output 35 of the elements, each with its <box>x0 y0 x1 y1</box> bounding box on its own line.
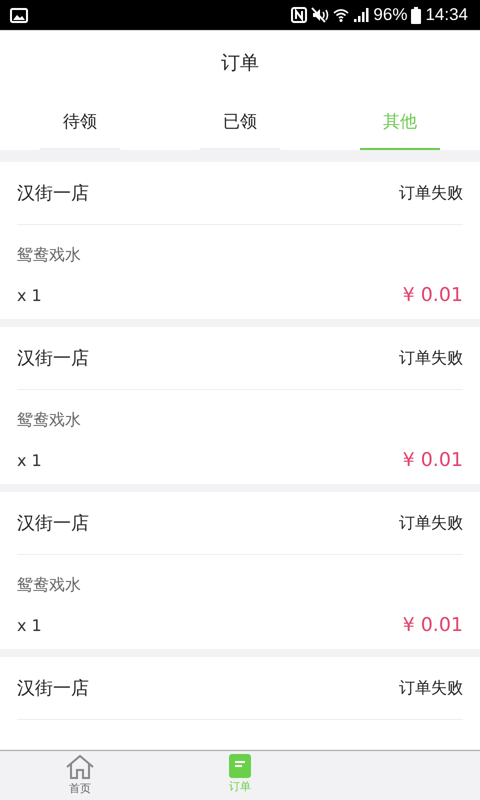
quantity: x 1 <box>17 616 42 634</box>
battery-percentage: 96% <box>373 5 408 25</box>
order-card[interactable]: 汉街一店 订单失败 <box>0 657 480 749</box>
order-status: 订单失败 <box>399 678 463 698</box>
quantity: x 1 <box>17 286 42 304</box>
home-icon <box>65 754 95 780</box>
product-name: 鸳鸯戏水 <box>17 574 82 596</box>
product-name: 鸳鸯戏水 <box>17 244 82 266</box>
mute-icon <box>311 7 330 23</box>
order-card[interactable]: 汉街一店 订单失败 鸳鸯戏水 x 1 ¥ 0.01 <box>0 162 480 319</box>
order-status: 订单失败 <box>399 182 463 204</box>
tab[interactable]: 待领 <box>40 75 120 150</box>
shop-name: 汉街一店 <box>17 512 89 535</box>
price: ¥ 0.01 <box>402 614 463 636</box>
clock: 14:34 <box>425 5 468 25</box>
order-card[interactable]: 汉街一店 订单失败 鸳鸯戏水 x 1 ¥ 0.01 <box>0 327 480 484</box>
order-status: 订单失败 <box>399 348 463 368</box>
page-title: 订单 <box>220 51 260 75</box>
order-card[interactable]: 汉街一店 订单失败 鸳鸯戏水 x 1 ¥ 0.01 <box>0 492 480 649</box>
signal-icon <box>353 7 370 23</box>
shop-name: 汉街一店 <box>17 677 89 700</box>
battery-icon <box>411 6 422 24</box>
tab[interactable]: 已领 <box>200 75 280 150</box>
price: ¥ 0.01 <box>402 284 463 306</box>
document-icon <box>229 754 251 778</box>
nav-tab[interactable]: 首页 <box>0 751 160 800</box>
shop-name: 汉街一店 <box>17 182 89 205</box>
product-name: 鸳鸯戏水 <box>17 409 82 431</box>
nfc-icon <box>291 7 308 23</box>
image-icon <box>10 8 28 22</box>
order-status: 订单失败 <box>399 512 463 534</box>
shop-name: 汉街一店 <box>17 347 89 370</box>
wifi-icon <box>333 7 350 23</box>
quantity: x 1 <box>17 450 42 470</box>
price: ¥ 0.01 <box>402 449 463 471</box>
